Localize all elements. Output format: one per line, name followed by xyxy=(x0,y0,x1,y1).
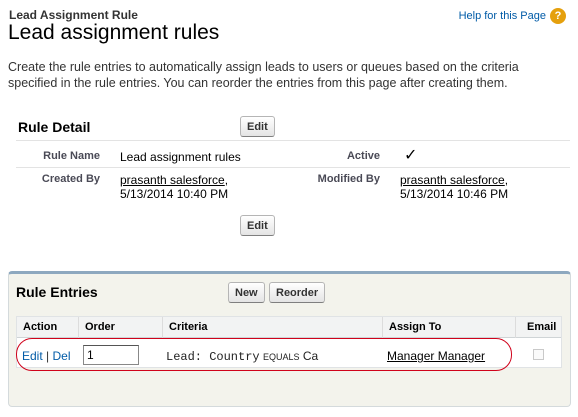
created-by-user-link[interactable]: prasanth salesforce xyxy=(120,173,225,187)
created-by-separator: , xyxy=(224,173,229,187)
help-link[interactable]: Help for this Page xyxy=(459,10,546,22)
modified-by-value: prasanth salesforce, 5/13/2014 10:46 PM xyxy=(400,173,508,201)
modified-by-user-link[interactable]: prasanth salesforce xyxy=(400,173,505,187)
criteria-text: Lead: Country EQUALS Ca xyxy=(166,349,318,364)
rule-name-value: Lead assignment rules xyxy=(120,150,241,164)
page-eyebrow: Lead Assignment Rule xyxy=(9,8,138,22)
modified-by-date: 5/13/2014 10:46 PM xyxy=(400,187,509,201)
column-header-action: Action xyxy=(23,321,58,333)
active-label: Active xyxy=(346,150,380,162)
edit-button-top[interactable]: Edit xyxy=(240,116,275,137)
page-description: Create the rule entries to automatically… xyxy=(8,60,519,90)
help-icon[interactable]: ? xyxy=(550,8,566,24)
rule-name-label: Rule Name xyxy=(43,150,100,162)
table-row-actions: Edit | Del xyxy=(22,349,71,363)
created-by-value: prasanth salesforce, 5/13/2014 10:40 PM xyxy=(120,173,228,201)
table-header: Action Order Criteria Assign To Email xyxy=(17,317,561,338)
rule-detail-title: Rule Detail xyxy=(18,119,91,135)
column-header-criteria: Criteria xyxy=(162,317,382,338)
page-title: Lead assignment rules xyxy=(8,21,220,44)
detail-divider xyxy=(16,140,570,141)
reorder-button[interactable]: Reorder xyxy=(269,282,326,303)
action-separator: | xyxy=(46,349,50,363)
created-by-label: Created By xyxy=(41,173,100,185)
column-header-assign-to: Assign To xyxy=(382,317,515,338)
edit-button-bottom[interactable]: Edit xyxy=(240,215,275,236)
rule-entries-title: Rule Entries xyxy=(16,284,98,300)
active-check-icon: ✓ xyxy=(404,147,418,164)
new-button[interactable]: New xyxy=(228,282,265,303)
modified-by-separator: , xyxy=(504,173,509,187)
edit-entry-link[interactable]: Edit xyxy=(22,349,43,363)
criteria-value: Ca xyxy=(302,349,319,363)
created-by-date: 5/13/2014 10:40 PM xyxy=(120,187,229,201)
modified-by-label: Modified By xyxy=(317,173,380,185)
email-checkbox[interactable] xyxy=(533,349,544,360)
column-header-email: Email xyxy=(515,317,563,338)
column-header-order: Order xyxy=(78,317,162,338)
assign-to-link[interactable]: Manager Manager xyxy=(387,349,485,363)
help-link-group[interactable]: Help for this Page ? xyxy=(459,8,566,24)
detail-divider xyxy=(16,167,570,168)
criteria-field: Lead: Country xyxy=(166,350,260,364)
order-input[interactable] xyxy=(83,345,139,365)
criteria-operator: EQUALS xyxy=(262,352,300,362)
delete-entry-link[interactable]: Del xyxy=(53,349,71,363)
